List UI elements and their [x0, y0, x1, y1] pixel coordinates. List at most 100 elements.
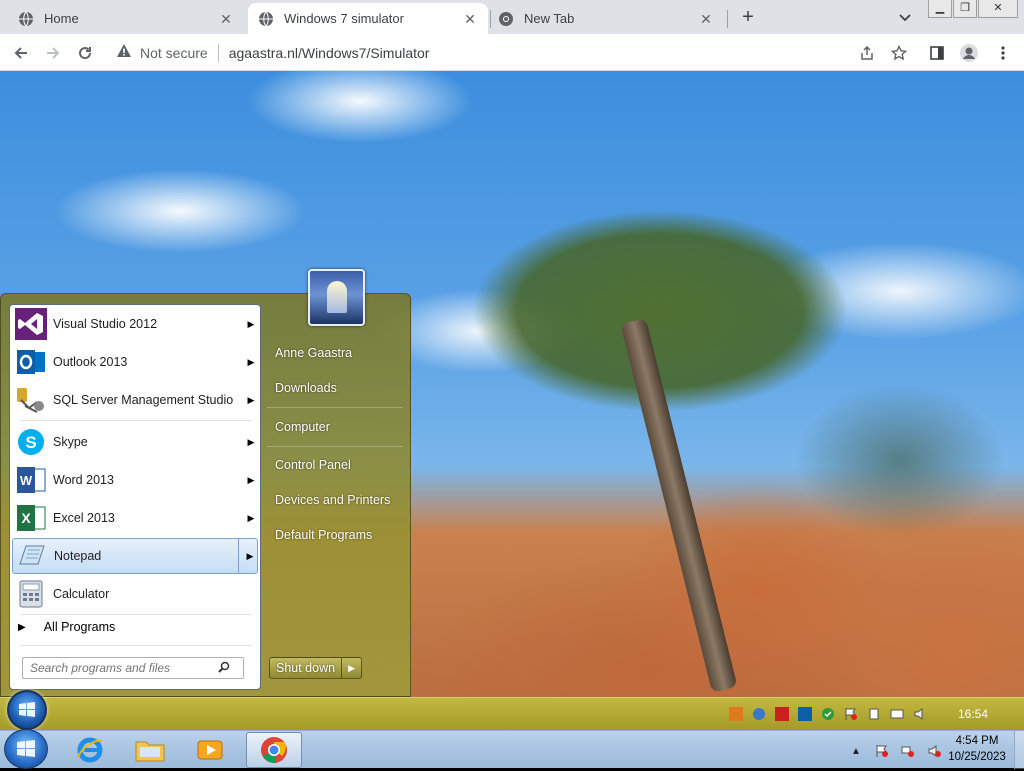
- profile-icon: [960, 44, 978, 62]
- security-check-icon[interactable]: [818, 705, 838, 723]
- share-icon: [861, 45, 873, 60]
- side-panel-button[interactable]: [926, 42, 948, 64]
- program-label: Visual Studio 2012: [53, 317, 158, 331]
- link-default-programs[interactable]: Default Programs: [267, 520, 405, 550]
- search-input[interactable]: [30, 661, 215, 675]
- network-icon[interactable]: [898, 742, 918, 760]
- reload-button[interactable]: [72, 40, 98, 66]
- host-start-button[interactable]: [4, 729, 48, 769]
- notepad-icon: [15, 539, 49, 573]
- tab-new-tab[interactable]: New Tab ✕: [488, 3, 724, 34]
- new-tab-button[interactable]: +: [736, 6, 760, 30]
- program-label: Word 2013: [53, 473, 114, 487]
- tab-windows7-simulator[interactable]: Windows 7 simulator ✕: [248, 3, 488, 34]
- taskbar-media-player[interactable]: [182, 732, 238, 768]
- program-notepad[interactable]: Notepad ▶: [12, 538, 258, 574]
- share-button[interactable]: [856, 42, 878, 64]
- close-icon[interactable]: ✕: [462, 11, 478, 27]
- show-desktop-button[interactable]: [1014, 731, 1024, 769]
- skype-icon: S: [14, 425, 48, 459]
- display-icon[interactable]: [887, 705, 907, 723]
- globe-icon: [18, 11, 34, 27]
- program-word[interactable]: W Word 2013 ▶: [12, 462, 258, 498]
- visual-studio-icon: [14, 307, 48, 341]
- volume-icon[interactable]: [910, 705, 930, 723]
- programs-separator: [20, 645, 252, 646]
- user-avatar[interactable]: [308, 269, 365, 326]
- submenu-arrow-icon[interactable]: ▶: [244, 513, 258, 524]
- program-sql-server[interactable]: SQL Server Management Studio ▶: [12, 382, 258, 418]
- action-center-icon[interactable]: [872, 742, 892, 760]
- calculator-icon: [14, 577, 48, 611]
- profile-button[interactable]: [958, 42, 980, 64]
- taskbar-explorer[interactable]: [122, 732, 178, 768]
- host-clock[interactable]: 4:54 PM 10/25/2023: [946, 733, 1008, 765]
- windows-logo-icon: [17, 740, 35, 757]
- search-icon[interactable]: [215, 661, 233, 676]
- browser-window: Home ✕ Windows 7 simulator ✕ New Tab ✕ +…: [0, 0, 1024, 730]
- simulator-clock[interactable]: 16:54: [958, 707, 988, 721]
- link-downloads[interactable]: Downloads: [267, 373, 405, 403]
- close-icon[interactable]: ✕: [218, 11, 234, 27]
- program-skype[interactable]: S Skype ▶: [12, 424, 258, 460]
- shutdown-button[interactable]: Shut down: [269, 657, 343, 679]
- split-divider: [238, 539, 239, 573]
- tree-trunk: [620, 317, 738, 693]
- security-label[interactable]: Not secure: [140, 45, 208, 61]
- submenu-arrow-icon[interactable]: ▶: [244, 475, 258, 486]
- host-clock-time: 4:54 PM: [955, 735, 999, 747]
- media-player-icon: [197, 740, 223, 760]
- link-devices-printers[interactable]: Devices and Printers: [267, 485, 405, 515]
- tab-separator: [727, 10, 728, 28]
- back-button[interactable]: [8, 40, 34, 66]
- link-user-folder[interactable]: Anne Gaastra: [267, 338, 405, 368]
- tab-home[interactable]: Home ✕: [8, 3, 244, 34]
- link-computer[interactable]: Computer: [267, 412, 405, 442]
- close-window-button[interactable]: ✕: [978, 0, 1018, 18]
- restore-button[interactable]: ❐: [953, 0, 977, 18]
- programs-pane: Visual Studio 2012 ▶ Outlook 2013 ▶ SQL …: [9, 304, 261, 690]
- tab-search-button[interactable]: [894, 7, 916, 29]
- outlook-tray-icon[interactable]: [795, 705, 815, 723]
- close-icon[interactable]: ✕: [698, 11, 714, 27]
- minimize-button[interactable]: ▁: [928, 0, 952, 18]
- menu-button[interactable]: [992, 42, 1014, 64]
- url-text[interactable]: agaastra.nl/Windows7/Simulator: [229, 45, 430, 61]
- taskbar-chrome[interactable]: [246, 732, 302, 768]
- program-outlook[interactable]: Outlook 2013 ▶: [12, 344, 258, 380]
- submenu-arrow-icon[interactable]: ▶: [244, 357, 258, 368]
- programs-separator: [20, 614, 252, 615]
- submenu-arrow-icon[interactable]: ▶: [243, 551, 257, 562]
- forward-button[interactable]: [40, 40, 66, 66]
- svg-text:W: W: [20, 473, 33, 488]
- link-control-panel[interactable]: Control Panel: [267, 450, 405, 480]
- program-label: Notepad: [54, 549, 102, 563]
- warning-icon[interactable]: [116, 43, 132, 62]
- sql-server-icon: [14, 383, 48, 417]
- acrobat-icon[interactable]: [772, 705, 792, 723]
- all-programs-button[interactable]: ▶ All Programs: [18, 620, 115, 634]
- submenu-arrow-icon[interactable]: ▶: [244, 395, 258, 406]
- tray-app-icon[interactable]: [726, 705, 746, 723]
- submenu-arrow-icon[interactable]: ▶: [244, 319, 258, 330]
- submenu-arrow-icon[interactable]: ▶: [244, 437, 258, 448]
- program-visual-studio[interactable]: Visual Studio 2012 ▶: [12, 306, 258, 342]
- desktop-wallpaper[interactable]: Visual Studio 2012 ▶ Outlook 2013 ▶ SQL …: [0, 71, 1024, 730]
- device-icon[interactable]: [864, 705, 884, 723]
- flag-alert-icon[interactable]: [841, 705, 861, 723]
- host-taskbar: ▲ 4:54 PM 10/25/2023: [0, 729, 1024, 769]
- volume-muted-icon[interactable]: [924, 742, 944, 760]
- windows-logo-icon: [19, 702, 35, 717]
- address-bar[interactable]: Not secure agaastra.nl/Windows7/Simulato…: [106, 38, 846, 67]
- shutdown-options-button[interactable]: ▶: [342, 657, 363, 679]
- network-icon[interactable]: [749, 705, 769, 723]
- program-excel[interactable]: X Excel 2013 ▶: [12, 500, 258, 536]
- bookmark-button[interactable]: [888, 42, 910, 64]
- start-orb-button[interactable]: [7, 690, 47, 730]
- more-vert-icon: [1001, 46, 1005, 60]
- show-hidden-icons-button[interactable]: ▲: [846, 742, 866, 760]
- taskbar-internet-explorer[interactable]: [62, 732, 118, 768]
- start-search-box[interactable]: [22, 657, 244, 679]
- program-calculator[interactable]: Calculator: [12, 576, 258, 612]
- host-tray: ▲: [846, 741, 950, 761]
